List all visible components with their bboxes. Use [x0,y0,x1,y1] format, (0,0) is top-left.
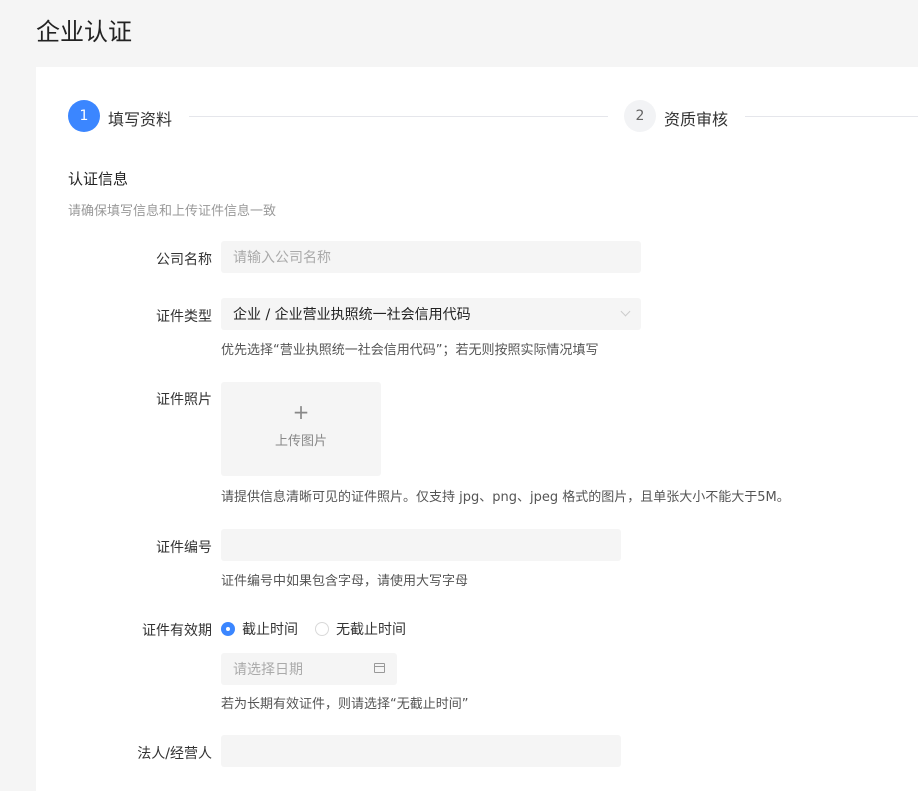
cert-type-value: 企业 / 企业营业执照统一社会信用代码 [233,307,471,323]
radio-deadline[interactable] [221,622,235,636]
chevron-down-icon [620,306,631,317]
cert-type-select[interactable]: 企业 / 企业营业执照统一社会信用代码 [221,298,641,330]
validity-hint: 若为长期有效证件，则请选择“无截止时间” [221,697,469,712]
section-title: 认证信息 [68,170,129,188]
cert-type-label: 证件类型 [156,309,212,325]
cert-number-label: 证件编号 [156,540,212,556]
calendar-icon [374,663,385,673]
step-divider-1 [189,116,608,117]
validity-label: 证件有效期 [142,623,212,639]
radio-deadline-label[interactable]: 截止时间 [242,619,298,639]
step-2-label: 资质审核 [664,110,729,129]
radio-no-deadline[interactable] [315,622,329,636]
cert-number-hint: 证件编号中如果包含字母，请使用大写字母 [221,574,469,589]
date-picker-input[interactable]: 请选择日期 [221,653,397,685]
company-name-label: 公司名称 [156,252,212,268]
date-placeholder: 请选择日期 [233,662,303,678]
company-name-input[interactable]: 请输入公司名称 [221,241,641,273]
validity-radio-group: 截止时间 无截止时间 [221,620,406,638]
steps-bar: 1 填写资料 2 资质审核 [68,100,918,132]
cert-type-hint: 优先选择“营业执照统一社会信用代码”；若无则按照实际情况填写 [221,343,599,358]
plus-icon: + [292,400,310,424]
page-title: 企业认证 [36,18,132,46]
cert-number-input[interactable] [221,529,621,561]
legal-person-input[interactable] [221,735,621,767]
cert-photo-label: 证件照片 [156,392,212,408]
upload-image-text: 上传图片 [274,434,327,449]
step-1-label: 填写资料 [108,110,173,129]
radio-no-deadline-label[interactable]: 无截止时间 [336,619,406,639]
step-2-circle: 2 [624,100,656,132]
section-subtitle: 请确保填写信息和上传证件信息一致 [68,204,277,219]
step-divider-2 [745,116,918,117]
cert-photo-hint: 请提供信息清晰可见的证件照片。仅支持 jpg、png、jpeg 格式的图片，且单… [221,490,790,505]
legal-person-label: 法人/经营人 [137,746,212,762]
company-name-placeholder: 请输入公司名称 [233,250,331,266]
form-card: 1 填写资料 2 资质审核 认证信息 请确保填写信息和上传证件信息一致 公司名称… [36,67,918,791]
step-1-circle: 1 [68,100,100,132]
upload-image-button[interactable]: + 上传图片 [221,382,381,476]
